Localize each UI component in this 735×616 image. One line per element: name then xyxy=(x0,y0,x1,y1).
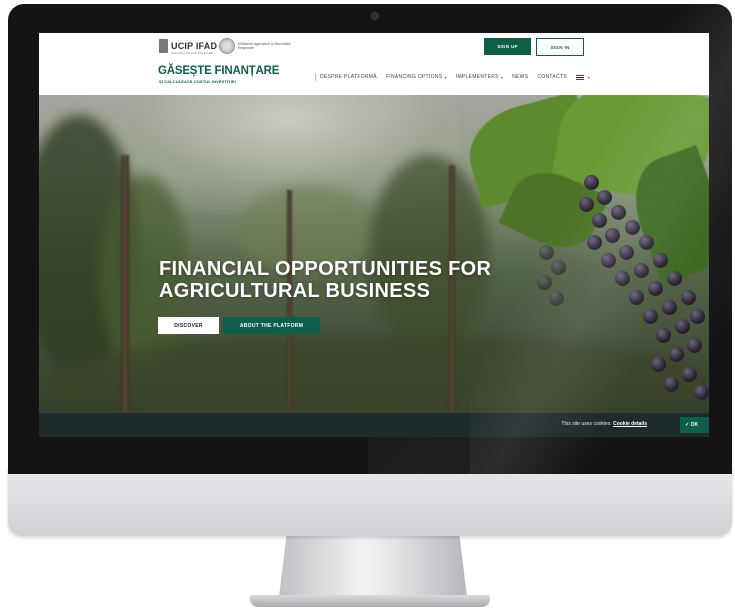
hero-banner: FINANCIAL OPPORTUNITIES FOR AGRICULTURAL… xyxy=(39,95,709,413)
cookie-banner: This site uses cookies. Cookie details ✓… xyxy=(39,413,709,437)
nav-item-contacts[interactable]: CONTACTS xyxy=(537,74,567,80)
camera-icon xyxy=(371,12,379,20)
chevron-down-icon: ▾ xyxy=(500,74,504,80)
cookie-notice: This site uses cookies. Cookie details xyxy=(561,421,647,427)
chevron-down-icon: ▾ xyxy=(587,74,591,80)
nav-menu: DESPRE PLATFORMĂ FINANCING OPTIONS ▾ IMPL… xyxy=(315,73,599,81)
ucip-emblem-icon xyxy=(159,39,168,53)
cookie-details-link[interactable]: Cookie details xyxy=(613,421,647,427)
hero-title-line-2: AGRICULTURAL BUSINESS xyxy=(159,280,431,302)
top-bar: UCIP IFAD UNITATEA DE CONSOLIDARE Minist… xyxy=(39,33,709,61)
ucip-label: UCIP IFAD xyxy=(171,41,218,51)
ucip-logo[interactable]: UCIP IFAD UNITATEA DE CONSOLIDARE xyxy=(159,39,218,55)
ministry-label: Ministerul Agriculturii și Dezvoltării R… xyxy=(238,42,291,50)
uk-flag-icon xyxy=(575,74,584,80)
language-selector[interactable]: ▾ xyxy=(575,74,591,80)
monitor-stand-foot xyxy=(250,595,490,607)
cookie-ok-button[interactable]: ✓ OK xyxy=(680,417,709,433)
ministry-crest-icon xyxy=(219,38,235,54)
hero-title: FINANCIAL OPPORTUNITIES FOR AGRICULTURAL… xyxy=(159,258,491,302)
discover-button[interactable]: DISCOVER xyxy=(158,317,219,334)
about-platform-button[interactable]: ABOUT THE PLATFORM xyxy=(223,317,320,334)
chevron-down-icon: ▾ xyxy=(444,74,447,80)
brand-subtitle: ȘI CALCULEAZĂ COSTUL INVESTIȚIEI xyxy=(159,79,236,84)
main-navbar: GĂSEȘTE FINANȚARE ȘI CALCULEAZĂ COSTUL I… xyxy=(39,61,709,95)
monitor-stand-neck xyxy=(279,535,467,597)
ucip-sub-label: UNITATEA DE CONSOLIDARE xyxy=(171,51,213,55)
monitor-chin xyxy=(8,466,732,536)
nav-item-despre-platforma[interactable]: DESPRE PLATFORMĂ xyxy=(320,74,377,80)
sign-in-button[interactable]: SIGN IN xyxy=(536,38,584,56)
nav-divider xyxy=(315,73,316,81)
hero-title-line-1: FINANCIAL OPPORTUNITIES FOR xyxy=(159,258,492,280)
ministry-logo[interactable]: Ministerul Agriculturii și Dezvoltării R… xyxy=(219,38,298,54)
nav-item-implementers[interactable]: IMPLEMENTERS ▾ xyxy=(456,74,503,80)
nav-item-financing-options[interactable]: FINANCING OPTIONS ▾ xyxy=(386,74,447,80)
nav-item-news[interactable]: NEWS xyxy=(512,74,528,80)
brand-title: GĂSEȘTE FINANȚARE xyxy=(158,65,280,77)
sign-up-button[interactable]: SIGN UP xyxy=(484,38,531,55)
monitor-screen: UCIP IFAD UNITATEA DE CONSOLIDARE Minist… xyxy=(39,33,709,437)
